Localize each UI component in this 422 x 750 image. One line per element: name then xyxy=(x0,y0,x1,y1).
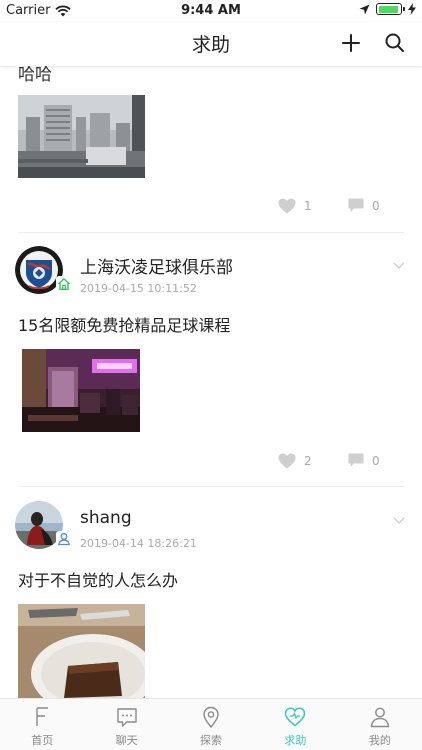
heart-icon xyxy=(278,198,296,214)
status-right xyxy=(359,3,416,15)
post-text: 15名限额免费抢精品足球课程 xyxy=(18,316,231,335)
search-icon[interactable] xyxy=(382,30,408,56)
like-count: 2 xyxy=(304,454,312,468)
tab-label: 探索 xyxy=(200,734,223,747)
comment-icon xyxy=(348,453,364,467)
location-pin-icon xyxy=(203,706,219,729)
nav-bar: 求助 xyxy=(0,22,422,66)
club-badge xyxy=(56,276,72,292)
tab-bar: 首页 聊天 探索 求助 我的 xyxy=(0,698,422,750)
charging-bolt-icon xyxy=(408,3,416,15)
tab-help[interactable]: 求助 xyxy=(253,699,337,750)
post-divider xyxy=(18,232,404,233)
post-time: 2019-04-14 18:26:21 xyxy=(80,537,197,550)
tab-explore[interactable]: 探索 xyxy=(169,699,253,750)
post-photo-bar[interactable] xyxy=(22,349,140,432)
author-name[interactable]: 上海沃凌足球俱乐部 xyxy=(80,253,233,278)
comment-button[interactable]: 0 xyxy=(348,453,380,468)
home-f-icon xyxy=(36,707,49,726)
chat-icon xyxy=(116,708,137,727)
feed-list[interactable]: 哈哈 1 0 上海沃凌足球俱乐部 2019-04-15 10:11:52 15名… xyxy=(0,66,422,698)
home-badge-icon xyxy=(58,277,70,290)
tab-label: 首页 xyxy=(31,734,54,747)
battery-icon xyxy=(376,3,405,15)
tab-label: 聊天 xyxy=(115,734,138,747)
tab-me[interactable]: 我的 xyxy=(338,699,422,750)
chevron-down-icon[interactable] xyxy=(392,513,406,527)
like-button[interactable]: 1 xyxy=(278,198,312,214)
author-name[interactable]: shang xyxy=(80,508,132,528)
like-button[interactable]: 2 xyxy=(278,453,312,469)
heart-icon xyxy=(285,707,306,727)
comment-count: 0 xyxy=(372,453,380,468)
person-badge-icon xyxy=(58,533,70,546)
heart-icon xyxy=(278,453,296,469)
battery-level xyxy=(378,5,399,13)
comment-count: 0 xyxy=(372,198,380,213)
post-photo-city[interactable] xyxy=(18,95,145,178)
tab-chat[interactable]: 聊天 xyxy=(84,699,168,750)
post-photo-cake[interactable] xyxy=(18,604,145,698)
chevron-down-icon[interactable] xyxy=(392,258,406,272)
comment-button[interactable]: 0 xyxy=(348,198,380,213)
user-badge xyxy=(56,531,72,547)
like-count: 1 xyxy=(304,199,312,213)
status-bar: Carrier 9:44 AM xyxy=(0,0,422,22)
post-time: 2019-04-15 10:11:52 xyxy=(80,282,197,295)
person-icon xyxy=(370,707,390,728)
post-text: 对于不自觉的人怎么办 xyxy=(18,571,179,590)
add-icon[interactable] xyxy=(338,30,364,56)
tab-label: 求助 xyxy=(284,734,307,747)
tab-label: 我的 xyxy=(368,734,391,747)
location-arrow-icon xyxy=(359,4,370,14)
comment-icon xyxy=(348,198,364,212)
tab-home[interactable]: 首页 xyxy=(0,699,84,750)
post-text: 哈哈 xyxy=(18,66,52,85)
post-divider xyxy=(18,486,404,487)
